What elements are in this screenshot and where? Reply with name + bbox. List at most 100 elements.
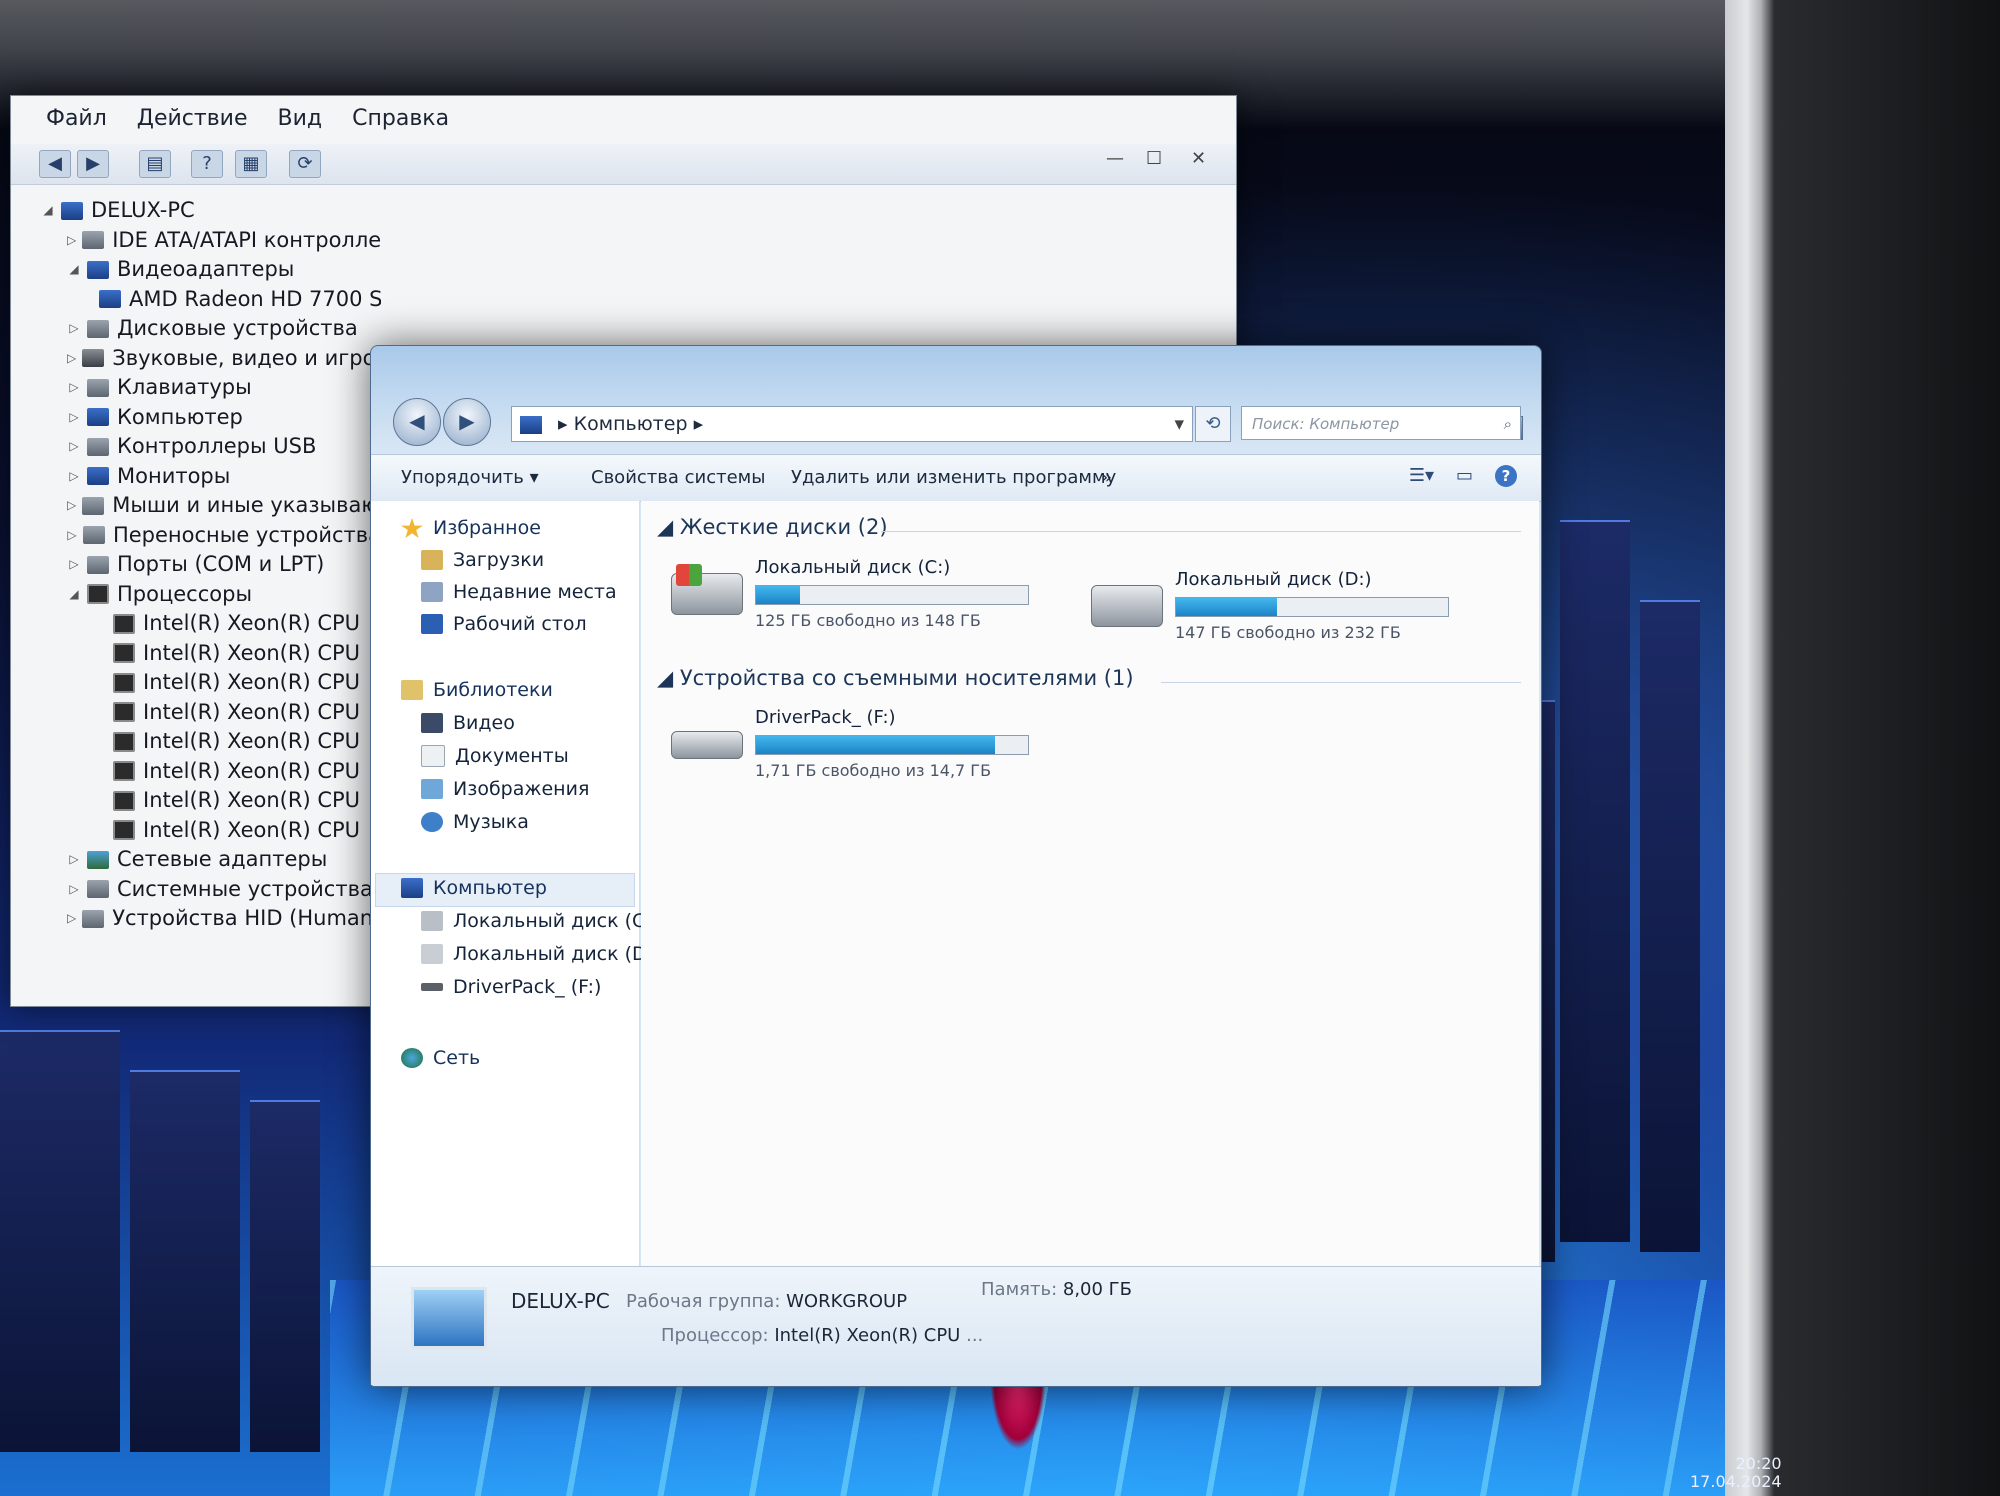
expand-toggle-icon[interactable]: ▷	[67, 845, 81, 875]
menu-action[interactable]: Действие	[137, 106, 248, 140]
expand-toggle-icon[interactable]: ▷	[67, 491, 76, 521]
device-tree-item[interactable]: ▷ Звуковые, видео и игровые устройства	[41, 344, 381, 374]
forward-arrow-icon[interactable]: ▶	[77, 150, 109, 178]
device-tree-item[interactable]: Intel(R) Xeon(R) CPU	[41, 727, 381, 757]
drive-d-tile[interactable]: Локальный диск (D:) 147 ГБ свободно из 2…	[1091, 569, 1461, 649]
nav-drive-c[interactable]: Локальный диск (C:)	[421, 910, 659, 932]
organize-button[interactable]: Упорядочить ▾	[401, 467, 539, 488]
drive-f-tile[interactable]: DriverPack_ (F:) 1,71 ГБ свободно из 14,…	[671, 707, 1041, 787]
expand-toggle-icon[interactable]: ▷	[67, 344, 76, 374]
nav-recent-places[interactable]: Недавние места	[421, 581, 617, 603]
device-tree[interactable]: ◢ DELUX-PC ▷ IDE ATA/ATAPI контроллеры ◢ Виде…	[41, 196, 381, 934]
device-tree-item[interactable]: Intel(R) Xeon(R) CPU	[41, 816, 381, 846]
nav-drive-d[interactable]: Локальный диск (D:)	[421, 943, 661, 965]
device-tree-item[interactable]: ▷ Устройства HID (Human Interface Devices…	[41, 904, 381, 934]
memory-value: 8,00 ГБ	[1062, 1279, 1133, 1300]
device-tree-item[interactable]: ◢ DELUX-PC	[41, 196, 381, 226]
expand-toggle-icon[interactable]: ◢	[67, 580, 81, 610]
drive-c-tile[interactable]: Локальный диск (C:) 125 ГБ свободно из 1…	[671, 557, 1041, 637]
device-tree-item[interactable]: ▷ IDE ATA/ATAPI контроллеры	[41, 226, 381, 256]
breadcrumb-computer[interactable]: Компьютер	[574, 413, 688, 435]
nav-downloads[interactable]: Загрузки	[421, 549, 544, 571]
more-commands-button[interactable]: »	[1101, 467, 1112, 488]
maximize-icon[interactable]: ☐	[1146, 148, 1162, 169]
nav-desktop[interactable]: Рабочий стол	[421, 613, 587, 635]
device-tree-item[interactable]: ▷ Контроллеры USB	[41, 432, 381, 462]
uninstall-program-button[interactable]: Удалить или изменить программу	[791, 467, 1116, 488]
nav-drive-f[interactable]: DriverPack_ (F:)	[421, 976, 601, 998]
show-hide-tree-icon[interactable]: ▤	[139, 150, 171, 178]
device-tree-label: Компьютер	[117, 404, 243, 429]
device-tree-item[interactable]: ▷ Сетевые адаптеры	[41, 845, 381, 875]
expand-toggle-icon[interactable]: ▷	[67, 550, 81, 580]
nav-computer[interactable]: Компьютер	[401, 877, 547, 899]
device-tree-item[interactable]: ◢ Процессоры	[41, 580, 381, 610]
processor-label: Процессор:	[661, 1325, 769, 1346]
nav-video[interactable]: Видео	[421, 712, 515, 734]
address-bar[interactable]: ▸ Компьютер ▸ ▾	[511, 406, 1193, 442]
content-pane[interactable]: ◢ Жесткие диски (2) Локальный диск (C:) …	[641, 501, 1539, 1266]
help-icon[interactable]: ?	[191, 150, 223, 178]
expand-toggle-icon[interactable]: ▷	[67, 226, 76, 256]
device-tree-item[interactable]: Intel(R) Xeon(R) CPU	[41, 757, 381, 787]
menu-file[interactable]: Файл	[46, 106, 107, 140]
group-hard-disks[interactable]: ◢ Жесткие диски (2)	[657, 515, 888, 539]
collapse-arrow-icon[interactable]: ◢	[657, 515, 680, 539]
device-tree-item[interactable]: ◢ Видеоадаптеры	[41, 255, 381, 285]
menu-help[interactable]: Справка	[352, 106, 449, 140]
device-tree-item[interactable]: ▷ Переносные устройства	[41, 521, 381, 551]
system-properties-button[interactable]: Свойства системы	[591, 467, 765, 488]
nav-pictures[interactable]: Изображения	[421, 778, 589, 800]
back-button[interactable]: ◀	[393, 398, 441, 446]
collapse-arrow-icon[interactable]: ◢	[657, 666, 680, 690]
nav-documents[interactable]: Документы	[421, 745, 569, 767]
device-tree-label: Intel(R) Xeon(R) CPU	[143, 640, 361, 665]
expand-toggle-icon[interactable]: ◢	[41, 196, 55, 226]
expand-toggle-icon[interactable]: ▷	[67, 403, 81, 433]
group-removable[interactable]: ◢ Устройства со съемными носителями (1)	[657, 666, 1134, 690]
explorer-window[interactable]: — ☐ ✕ ◀ ▶ ▸ Компьютер ▸ ▾ ⟲ Поиск: Компь…	[370, 345, 1542, 1387]
system-clock[interactable]: 20:20 17.04.2024	[1690, 1455, 1782, 1491]
expand-toggle-icon[interactable]: ▷	[67, 373, 81, 403]
preview-pane-icon[interactable]: ▭	[1456, 465, 1473, 487]
expand-toggle-icon[interactable]: ◢	[67, 255, 81, 285]
nav-libraries[interactable]: Библиотеки	[401, 679, 553, 701]
device-tree-item[interactable]: ▷ Системные устройства	[41, 875, 381, 905]
navigation-pane[interactable]: Избранное Загрузки Недавние места Рабочи…	[371, 501, 661, 1266]
search-icon[interactable]: ⌕	[1504, 407, 1512, 441]
device-tree-item[interactable]: AMD Radeon HD 7700 Series	[41, 285, 381, 315]
address-dropdown-icon[interactable]: ▾	[1174, 407, 1184, 441]
device-tree-item[interactable]: Intel(R) Xeon(R) CPU	[41, 609, 381, 639]
expand-toggle-icon[interactable]: ▷	[67, 462, 81, 492]
device-tree-item[interactable]: ▷ Дисковые устройства	[41, 314, 381, 344]
device-tree-item[interactable]: Intel(R) Xeon(R) CPU	[41, 668, 381, 698]
change-view-icon[interactable]: ☰▾	[1409, 465, 1434, 487]
nav-music[interactable]: Музыка	[421, 811, 529, 833]
help-icon[interactable]: ?	[1495, 465, 1517, 487]
device-tree-item[interactable]: ▷ Клавиатуры	[41, 373, 381, 403]
nav-favorites[interactable]: Избранное	[401, 517, 541, 539]
nav-network[interactable]: Сеть	[401, 1047, 480, 1069]
close-icon[interactable]: ✕	[1191, 148, 1206, 169]
back-arrow-icon[interactable]: ◀	[39, 150, 71, 178]
device-tree-item[interactable]: ▷ Компьютер	[41, 403, 381, 433]
nav-documents-label: Документы	[455, 745, 569, 767]
expand-toggle-icon[interactable]: ▷	[67, 314, 81, 344]
expand-toggle-icon[interactable]: ▷	[67, 904, 76, 934]
search-input[interactable]: Поиск: Компьютер ⌕	[1241, 406, 1521, 440]
refresh-button[interactable]: ⟲	[1195, 406, 1231, 442]
forward-button[interactable]: ▶	[443, 398, 491, 446]
device-tree-item[interactable]: ▷ Мыши и иные указывающие устройства	[41, 491, 381, 521]
device-tree-item[interactable]: ▷ Мониторы	[41, 462, 381, 492]
scan-hardware-icon[interactable]: ⟳	[289, 150, 321, 178]
device-tree-item[interactable]: ▷ Порты (COM и LPT)	[41, 550, 381, 580]
expand-toggle-icon[interactable]: ▷	[67, 875, 81, 905]
device-tree-item[interactable]: Intel(R) Xeon(R) CPU	[41, 698, 381, 728]
minimize-icon[interactable]: —	[1106, 148, 1124, 169]
expand-toggle-icon[interactable]: ▷	[67, 432, 81, 462]
device-tree-item[interactable]: Intel(R) Xeon(R) CPU	[41, 639, 381, 669]
expand-toggle-icon[interactable]: ▷	[67, 521, 77, 551]
properties-icon[interactable]: ▦	[235, 150, 267, 178]
device-tree-item[interactable]: Intel(R) Xeon(R) CPU	[41, 786, 381, 816]
menu-view[interactable]: Вид	[278, 106, 323, 140]
